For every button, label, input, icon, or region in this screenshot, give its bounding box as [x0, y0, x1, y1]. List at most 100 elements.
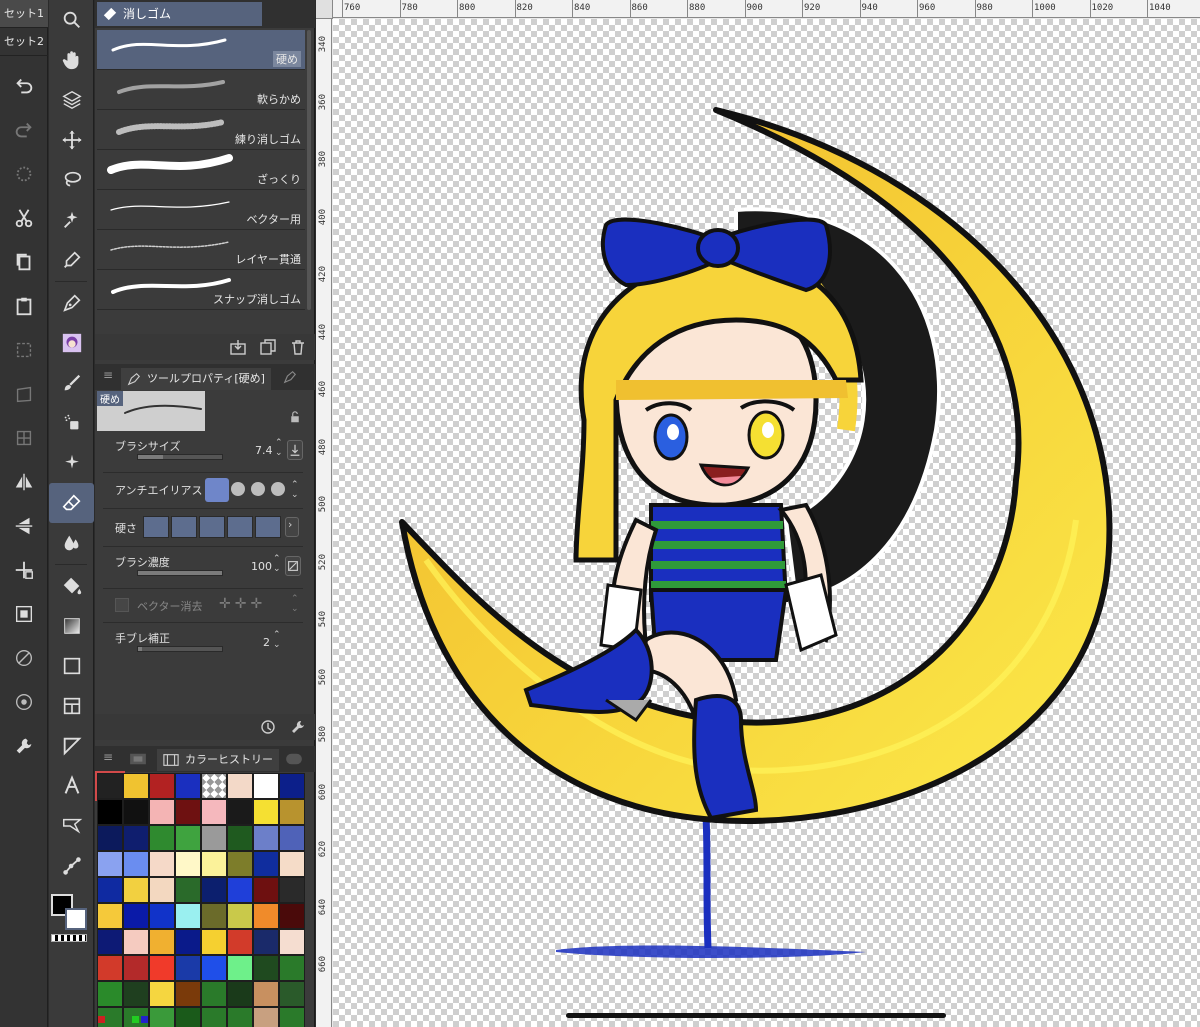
transparent-color-swatch[interactable] — [51, 934, 87, 942]
brush-size-preset-button[interactable] — [287, 440, 303, 460]
color-swatch[interactable] — [227, 825, 253, 851]
color-swatch[interactable] — [175, 825, 201, 851]
color-swatch[interactable] — [149, 799, 175, 825]
color-swatch[interactable] — [97, 825, 123, 851]
color-swatch[interactable] — [253, 929, 279, 955]
color-swatch[interactable] — [279, 981, 305, 1007]
color-swatch[interactable] — [97, 799, 123, 825]
color-swatch[interactable] — [97, 981, 123, 1007]
eyedropper-icon[interactable] — [49, 240, 94, 280]
import-icon[interactable] — [229, 338, 247, 356]
home-indicator[interactable] — [566, 1013, 946, 1018]
trash-icon[interactable] — [289, 338, 307, 356]
color-swatch[interactable] — [97, 877, 123, 903]
antialias-strong-button[interactable] — [271, 482, 285, 496]
pen-icon[interactable] — [49, 283, 94, 323]
zoom-icon[interactable] — [49, 0, 94, 40]
hardness-level-2[interactable] — [171, 516, 197, 538]
redo-icon[interactable] — [0, 108, 48, 152]
color-swatch[interactable] — [279, 825, 305, 851]
subtool-item[interactable]: 硬め — [97, 30, 305, 70]
tab-pen-icon[interactable] — [283, 370, 297, 384]
color-swatch[interactable] — [175, 773, 201, 799]
color-swatch[interactable] — [253, 851, 279, 877]
color-swatch[interactable] — [227, 799, 253, 825]
color-swatch[interactable] — [227, 929, 253, 955]
color-swatch[interactable] — [279, 955, 305, 981]
layer-select-icon[interactable] — [49, 80, 94, 120]
subtool-item[interactable]: スナップ消しゴム — [97, 270, 305, 310]
ruler-icon[interactable] — [49, 726, 94, 766]
move-icon[interactable] — [49, 120, 94, 160]
rectangle-icon[interactable] — [49, 646, 94, 686]
color-swatch[interactable] — [253, 903, 279, 929]
frame-icon[interactable] — [49, 686, 94, 726]
sub-color-swatch[interactable] — [65, 908, 87, 930]
subtool-item[interactable]: 練り消しゴム — [97, 110, 305, 150]
panel-menu-icon[interactable]: ≡ — [103, 368, 113, 382]
move-layer-icon[interactable] — [0, 548, 48, 592]
color-swatch[interactable] — [175, 929, 201, 955]
color-swatch[interactable] — [123, 955, 149, 981]
color-swatch[interactable] — [227, 903, 253, 929]
color-panel-tab-icon[interactable] — [285, 752, 303, 766]
color-swatch[interactable] — [201, 799, 227, 825]
color-swatch[interactable] — [123, 773, 149, 799]
color-swatch[interactable] — [123, 851, 149, 877]
color-swatch[interactable] — [97, 851, 123, 877]
color-swatch[interactable] — [175, 903, 201, 929]
transform-icon[interactable] — [0, 328, 48, 372]
brush-size-slider[interactable] — [137, 454, 223, 460]
color-swatch[interactable] — [201, 773, 227, 799]
color-swatch[interactable] — [149, 981, 175, 1007]
color-swatch[interactable] — [253, 799, 279, 825]
hardness-level-3[interactable] — [199, 516, 225, 538]
text-icon[interactable] — [49, 766, 94, 806]
color-swatch[interactable] — [227, 851, 253, 877]
color-swatch[interactable] — [123, 877, 149, 903]
antialias-medium-button[interactable] — [251, 482, 265, 496]
lasso-icon[interactable] — [49, 160, 94, 200]
hardness-level-1[interactable] — [143, 516, 169, 538]
artwork-moon-girl[interactable] — [316, 0, 1200, 1027]
color-history-tab[interactable]: カラーヒストリー — [157, 749, 279, 771]
stabilization-slider[interactable] — [137, 646, 223, 652]
color-swatch[interactable] — [279, 877, 305, 903]
paste-icon[interactable] — [0, 284, 48, 328]
color-swatch[interactable] — [149, 955, 175, 981]
color-swatch[interactable] — [279, 929, 305, 955]
wrench-icon[interactable] — [289, 718, 307, 736]
panel-menu-icon[interactable]: ≡ — [103, 750, 113, 764]
color-swatch[interactable] — [201, 955, 227, 981]
color-swatch[interactable] — [279, 799, 305, 825]
color-swatch[interactable] — [201, 981, 227, 1007]
vector-erase-mode-icons[interactable]: ✛✛✛ — [219, 596, 266, 612]
fill-icon[interactable] — [49, 566, 94, 606]
color-swatch[interactable] — [149, 825, 175, 851]
airbrush-icon[interactable] — [49, 403, 94, 443]
color-swatch[interactable] — [227, 773, 253, 799]
color-swatch[interactable] — [97, 955, 123, 981]
color-swatch[interactable] — [201, 825, 227, 851]
color-swatch[interactable] — [175, 955, 201, 981]
cut-icon[interactable] — [0, 196, 48, 240]
hardness-next-button[interactable]: › — [285, 517, 299, 537]
blend-icon[interactable] — [49, 523, 94, 563]
color-swatch[interactable] — [253, 877, 279, 903]
set-tab-2[interactable]: セット2 — [0, 28, 48, 56]
vector-erase-checkbox[interactable] — [115, 598, 129, 612]
hardness-level-4[interactable] — [227, 516, 253, 538]
flip-vertical-icon[interactable] — [0, 504, 48, 548]
gradient-icon[interactable] — [49, 606, 94, 646]
antialias-weak-button[interactable] — [231, 482, 245, 496]
color-swatch[interactable] — [97, 903, 123, 929]
color-swatch[interactable] — [149, 929, 175, 955]
color-swatch[interactable] — [253, 981, 279, 1007]
color-swatch[interactable] — [279, 773, 305, 799]
subtool-scrollbar[interactable] — [307, 30, 311, 310]
color-swatch[interactable] — [123, 981, 149, 1007]
duplicate-icon[interactable] — [259, 338, 277, 356]
hand-icon[interactable] — [49, 40, 94, 80]
eraser-icon[interactable] — [49, 483, 94, 523]
color-swatch[interactable] — [201, 929, 227, 955]
